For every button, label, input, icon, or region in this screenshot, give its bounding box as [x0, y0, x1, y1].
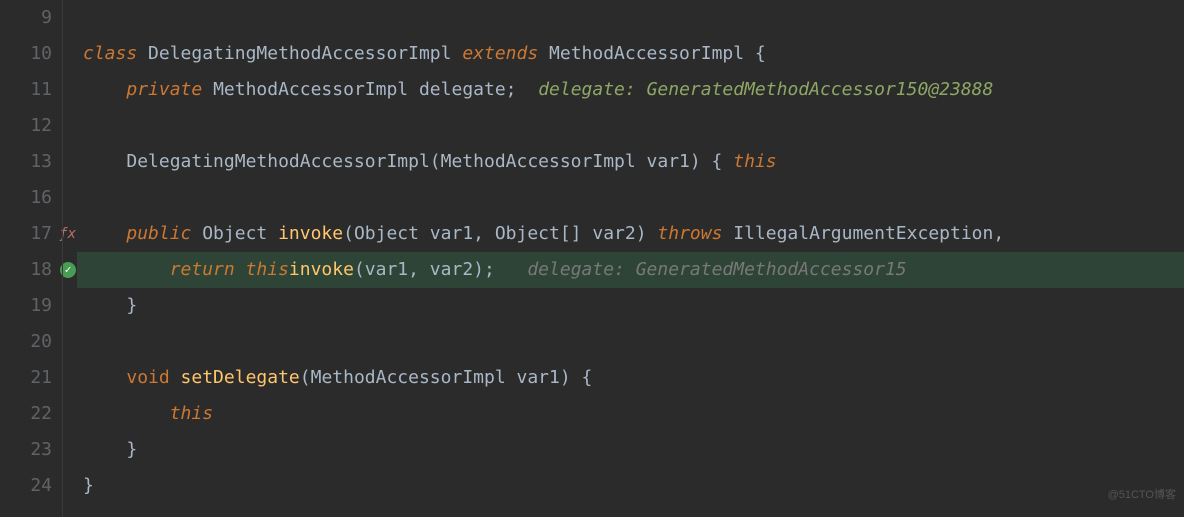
code-line[interactable]: class DelegatingMethodAccessorImpl exten…: [77, 36, 1184, 72]
code-line[interactable]: }: [77, 288, 1184, 324]
code-line[interactable]: public Object invoke(Object var1, Object…: [77, 216, 1184, 252]
inline-hint-value: GeneratedMethodAccessor15: [636, 259, 907, 280]
line-number[interactable]: 9: [0, 0, 56, 36]
code-area[interactable]: class DelegatingMethodAccessorImpl exten…: [62, 0, 1184, 517]
inline-hint: delegate:: [527, 259, 635, 280]
code-line[interactable]: [77, 324, 1184, 360]
line-number[interactable]: 12: [0, 108, 56, 144]
line-number[interactable]: 18✓: [0, 252, 56, 288]
code-line[interactable]: [77, 180, 1184, 216]
inline-hint-value: GeneratedMethodAccessor150@23888: [647, 79, 994, 100]
code-editor: 9 10 11 12 13 16 17ƒx 18✓ 19 20 21 22 23…: [0, 0, 1184, 517]
code-line[interactable]: DelegatingMethodAccessorImpl(MethodAcces…: [77, 144, 1184, 180]
code-line[interactable]: [77, 108, 1184, 144]
execution-line[interactable]: return thisinvoke(var1, var2); delegate:…: [77, 252, 1184, 288]
watermark: @51CTO博客: [1108, 477, 1176, 513]
gutter: 9 10 11 12 13 16 17ƒx 18✓ 19 20 21 22 23…: [0, 0, 62, 517]
line-number[interactable]: 17ƒx: [0, 216, 56, 252]
code-line[interactable]: [77, 0, 1184, 36]
code-line[interactable]: }: [77, 432, 1184, 468]
line-number[interactable]: 23: [0, 432, 56, 468]
code-line[interactable]: private MethodAccessorImpl delegate; del…: [77, 72, 1184, 108]
code-line[interactable]: this: [77, 396, 1184, 432]
code-line[interactable]: }: [77, 468, 1184, 504]
line-number[interactable]: 19: [0, 288, 56, 324]
line-number[interactable]: 21: [0, 360, 56, 396]
line-number[interactable]: 16: [0, 180, 56, 216]
line-number[interactable]: 13: [0, 144, 56, 180]
inline-hint: delegate:: [538, 79, 646, 100]
line-number[interactable]: 24: [0, 468, 56, 504]
line-number[interactable]: 10: [0, 36, 56, 72]
line-number[interactable]: 20: [0, 324, 56, 360]
code-line[interactable]: void setDelegate(MethodAccessorImpl var1…: [77, 360, 1184, 396]
line-number[interactable]: 11: [0, 72, 56, 108]
line-number[interactable]: 22: [0, 396, 56, 432]
